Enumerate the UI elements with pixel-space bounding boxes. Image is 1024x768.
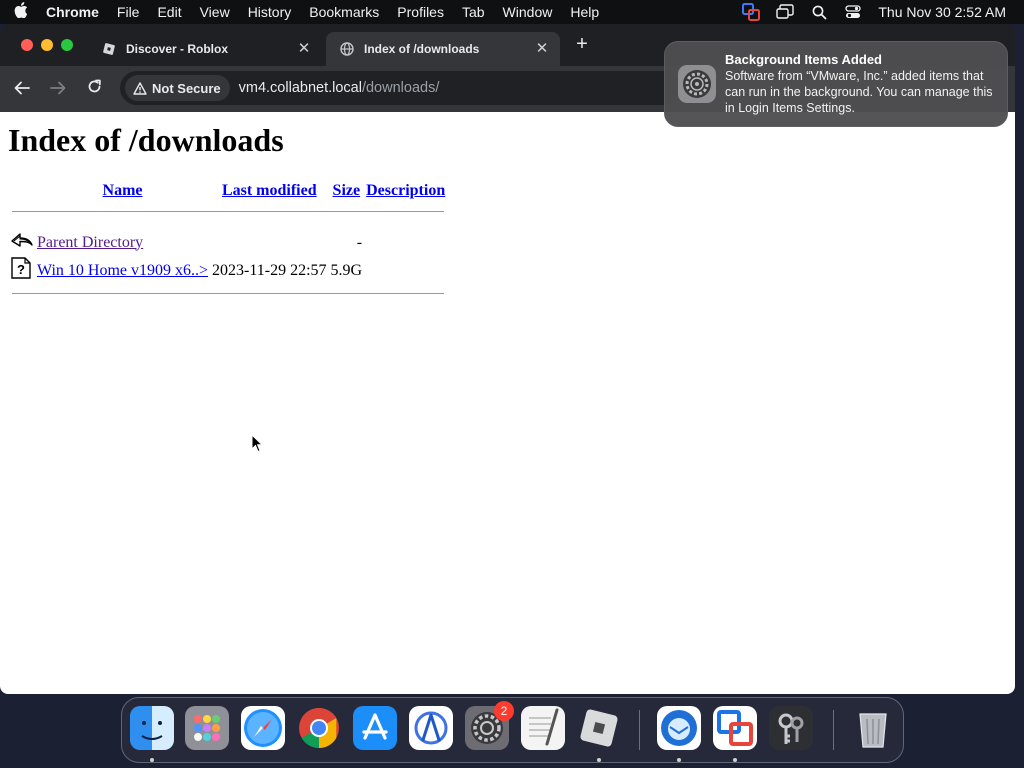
sort-by-description-link[interactable]: Description xyxy=(366,182,445,199)
last-modified-cell xyxy=(211,230,328,255)
spotlight-search-icon[interactable] xyxy=(802,0,836,24)
page-title: Index of /downloads xyxy=(8,122,284,158)
finder-icon[interactable] xyxy=(130,706,174,750)
menu-view[interactable]: View xyxy=(191,4,239,20)
system-settings-icon[interactable]: 2 xyxy=(465,701,514,750)
sort-by-name-link[interactable]: Name xyxy=(103,182,143,199)
column-header-name: Name xyxy=(36,180,209,202)
app-store-icon[interactable] xyxy=(353,706,397,750)
notification-badge: 2 xyxy=(494,701,514,721)
menu-profiles[interactable]: Profiles xyxy=(388,4,453,20)
warning-triangle-icon xyxy=(133,81,147,95)
not-secure-label: Not Secure xyxy=(152,80,221,96)
new-tab-button[interactable]: + xyxy=(572,34,592,54)
back-arrow-icon[interactable] xyxy=(9,76,35,102)
status-area: Thu Nov 30 2:52 AM xyxy=(734,0,1024,24)
table-header-row: Name Last modified Size Description xyxy=(10,180,446,202)
screen-mirroring-icon[interactable] xyxy=(768,0,802,24)
tab-title: Discover - Roblox xyxy=(126,42,229,56)
keychain-access-icon[interactable] xyxy=(769,706,813,750)
table-row: Parent Directory - xyxy=(10,230,446,255)
background-items-notification[interactable]: Background Items Added Software from “VM… xyxy=(664,41,1008,127)
column-header-size: Size xyxy=(330,180,364,202)
sort-by-last-modified-link[interactable]: Last modified xyxy=(222,182,317,199)
url-text[interactable]: vm4.collabnet.local/downloads/ xyxy=(239,80,440,96)
chrome-icon[interactable] xyxy=(297,706,341,750)
file-name-cell: Parent Directory xyxy=(36,230,209,255)
menu-bookmarks[interactable]: Bookmarks xyxy=(300,4,388,20)
globe-favicon-icon xyxy=(340,42,354,56)
menu-window[interactable]: Window xyxy=(494,4,562,20)
address-bar[interactable]: Not Secure vm4.collabnet.local/downloads… xyxy=(120,71,680,105)
url-path: /downloads/ xyxy=(361,80,440,96)
unknown-file-icon: ? xyxy=(10,257,34,284)
divider-row xyxy=(10,204,446,218)
vmware-status-icon[interactable] xyxy=(734,0,768,24)
reload-icon[interactable] xyxy=(81,76,107,102)
description-cell xyxy=(365,257,446,284)
dock-separator xyxy=(833,710,834,750)
tab-close-icon[interactable]: ✕ xyxy=(296,41,312,57)
running-indicator xyxy=(733,758,737,762)
column-header-description: Description xyxy=(365,180,446,202)
last-modified-cell: 2023-11-29 22:57 xyxy=(212,261,327,279)
running-indicator xyxy=(677,758,681,762)
thunderbird-icon[interactable] xyxy=(657,706,701,750)
menu-history[interactable]: History xyxy=(239,4,301,20)
menu-edit[interactable]: Edit xyxy=(148,4,190,20)
window-zoom-button[interactable] xyxy=(61,39,73,51)
notification-title: Background Items Added xyxy=(725,52,882,67)
back-arrow-file-icon xyxy=(10,230,34,255)
sort-by-size-link[interactable]: Size xyxy=(333,182,361,199)
tab-index-of-downloads[interactable]: Index of /downloads ✕ xyxy=(326,32,560,66)
vmware-fusion-icon[interactable] xyxy=(713,706,757,750)
tab-close-icon[interactable]: ✕ xyxy=(534,41,550,57)
control-center-icon[interactable] xyxy=(836,0,870,24)
menu-help[interactable]: Help xyxy=(561,4,608,20)
tab-title: Index of /downloads xyxy=(364,42,480,56)
trash-icon[interactable] xyxy=(851,706,895,750)
safari-icon[interactable] xyxy=(241,706,285,750)
column-header-last-modified: Last modified xyxy=(211,180,328,202)
parent-directory-link[interactable]: Parent Directory xyxy=(37,234,143,251)
tab-discover-roblox[interactable]: Discover - Roblox ✕ xyxy=(88,32,322,66)
menu-app-name[interactable]: Chrome xyxy=(42,4,108,20)
table-row: ? Win 10 Home v1909 x6..> 2023-11-29 22:… xyxy=(10,257,446,284)
window-close-button[interactable] xyxy=(21,39,33,51)
running-indicator xyxy=(597,758,601,762)
menu-bar-clock[interactable]: Thu Nov 30 2:52 AM xyxy=(870,4,1024,20)
mouse-pointer-icon xyxy=(251,433,264,458)
running-indicator xyxy=(150,758,154,762)
menu-bar: Chrome File Edit View History Bookmarks … xyxy=(0,0,1024,24)
menu-file[interactable]: File xyxy=(108,4,149,20)
notification-body: Software from “VMware, Inc.” added items… xyxy=(725,69,993,115)
menu-tab[interactable]: Tab xyxy=(453,4,494,20)
apple-menu-icon[interactable] xyxy=(0,2,42,22)
file-link[interactable]: Win 10 Home v1909 x6..> xyxy=(37,262,208,279)
dock-separator xyxy=(639,710,640,750)
svg-text:?: ? xyxy=(17,262,25,277)
page-content: Index of /downloads Name Last modified S… xyxy=(0,112,1015,694)
description-cell xyxy=(365,230,446,255)
divider-row xyxy=(10,286,446,300)
size-cell: 5.9G xyxy=(330,261,363,279)
spacer-row xyxy=(10,220,446,228)
directory-listing-table: Name Last modified Size Description Pare… xyxy=(8,178,448,302)
divider xyxy=(12,210,445,212)
settings-gear-icon xyxy=(678,65,716,103)
launchpad-icon[interactable] xyxy=(185,706,229,750)
roblox-icon[interactable] xyxy=(577,706,621,750)
not-secure-chip[interactable]: Not Secure xyxy=(125,75,230,101)
url-host: vm4.collabnet.local xyxy=(238,80,362,96)
size-cell: - xyxy=(356,233,363,251)
file-name-cell: Win 10 Home v1909 x6..> xyxy=(36,257,209,284)
icon-column-header xyxy=(10,180,34,202)
window-minimize-button[interactable] xyxy=(41,39,53,51)
roblox-favicon-icon xyxy=(102,42,116,56)
divider xyxy=(12,292,445,294)
dock: 2 xyxy=(121,697,904,763)
textedit-icon[interactable] xyxy=(521,706,565,750)
instruments-icon[interactable] xyxy=(409,706,453,750)
forward-arrow-icon[interactable] xyxy=(45,76,71,102)
